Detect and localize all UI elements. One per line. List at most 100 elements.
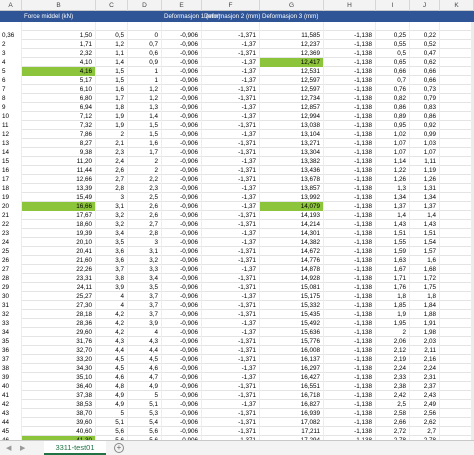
cell-h[interactable]: -1,138 <box>324 256 376 265</box>
cell-f[interactable]: -1,371 <box>202 382 260 391</box>
cell-c[interactable]: 1,5 <box>96 67 128 76</box>
cell-c[interactable]: 3,6 <box>96 247 128 256</box>
cell-e[interactable]: -0,906 <box>162 193 202 202</box>
cell-c[interactable]: 4,4 <box>96 346 128 355</box>
cell-e[interactable]: -0,906 <box>162 310 202 319</box>
cell-c[interactable]: 5 <box>96 409 128 418</box>
cell-g[interactable]: 13,038 <box>260 121 324 130</box>
cell-c[interactable]: 2,6 <box>96 166 128 175</box>
cell-i[interactable]: 0,82 <box>376 94 410 103</box>
cell-e[interactable]: -0,906 <box>162 184 202 193</box>
cell-j[interactable]: 2,16 <box>410 355 440 364</box>
cell-d[interactable]: 4,6 <box>128 364 162 373</box>
cell-a[interactable]: 6 <box>0 76 22 85</box>
cell-b[interactable]: 4,10 <box>22 58 96 67</box>
column-header-c[interactable]: C <box>96 0 128 11</box>
cell-h[interactable]: -1,138 <box>324 346 376 355</box>
cell-c[interactable]: 1,6 <box>96 85 128 94</box>
header-cell-h[interactable] <box>324 11 376 22</box>
cell-c[interactable]: 4 <box>96 301 128 310</box>
cell-b[interactable] <box>22 22 96 31</box>
cell-b[interactable]: 24,11 <box>22 283 96 292</box>
cell-i[interactable]: 1,34 <box>376 193 410 202</box>
cell-a[interactable]: 21 <box>0 211 22 220</box>
cell-k[interactable] <box>440 130 474 139</box>
cell-i[interactable]: 1,14 <box>376 157 410 166</box>
cell-f[interactable]: -1,371 <box>202 49 260 58</box>
cell-c[interactable]: 3,5 <box>96 238 128 247</box>
cell-c[interactable]: 5,6 <box>96 427 128 436</box>
cell-k[interactable] <box>440 382 474 391</box>
cell-h[interactable]: -1,138 <box>324 364 376 373</box>
cell-b[interactable]: 1,71 <box>22 40 96 49</box>
cell-i[interactable]: 2,5 <box>376 400 410 409</box>
cell-i[interactable]: 1,8 <box>376 292 410 301</box>
cell-g[interactable]: 16,427 <box>260 373 324 382</box>
cell-d[interactable]: 4,3 <box>128 337 162 346</box>
cell-c[interactable]: 1,9 <box>96 121 128 130</box>
column-header-f[interactable]: F <box>202 0 260 11</box>
cell-g[interactable]: 13,382 <box>260 157 324 166</box>
cell-f[interactable]: -1,37 <box>202 112 260 121</box>
cell-c[interactable]: 2,8 <box>96 184 128 193</box>
cell-c[interactable]: 2,1 <box>96 139 128 148</box>
cell-c[interactable]: 1,9 <box>96 112 128 121</box>
cell-a[interactable]: 24 <box>0 238 22 247</box>
cell-g[interactable]: 14,214 <box>260 220 324 229</box>
cell-f[interactable]: -1,371 <box>202 220 260 229</box>
cell-c[interactable]: 3,2 <box>96 220 128 229</box>
cell-j[interactable]: 1,07 <box>410 148 440 157</box>
cell-g[interactable]: 14,928 <box>260 274 324 283</box>
cell-k[interactable] <box>440 121 474 130</box>
cell-k[interactable] <box>440 328 474 337</box>
cell-k[interactable] <box>440 247 474 256</box>
cell-j[interactable]: 1,91 <box>410 319 440 328</box>
header-cell-d[interactable] <box>128 11 162 22</box>
cell-c[interactable]: 4,2 <box>96 319 128 328</box>
cell-b[interactable]: 7,32 <box>22 121 96 130</box>
cell-j[interactable]: 0,99 <box>410 130 440 139</box>
cell-i[interactable]: 1,59 <box>376 247 410 256</box>
cell-f[interactable]: -1,37 <box>202 58 260 67</box>
cell-k[interactable] <box>440 139 474 148</box>
cell-i[interactable]: 2,42 <box>376 391 410 400</box>
cell-b[interactable]: 35,10 <box>22 373 96 382</box>
cell-f[interactable]: -1,371 <box>202 256 260 265</box>
cell-g[interactable]: 13,992 <box>260 193 324 202</box>
cell-a[interactable]: 27 <box>0 265 22 274</box>
cell-i[interactable]: 1,51 <box>376 229 410 238</box>
cell-f[interactable]: -1,37 <box>202 265 260 274</box>
cell-f[interactable]: -1,371 <box>202 301 260 310</box>
cell-i[interactable]: 2,66 <box>376 418 410 427</box>
cell-i[interactable]: 0,95 <box>376 121 410 130</box>
cell-b[interactable]: 31,76 <box>22 337 96 346</box>
cell-d[interactable]: 5,3 <box>128 409 162 418</box>
cell-g[interactable]: 13,104 <box>260 130 324 139</box>
cell-c[interactable]: 2,3 <box>96 148 128 157</box>
cell-e[interactable]: -0,906 <box>162 157 202 166</box>
cell-b[interactable]: 4,16 <box>22 67 96 76</box>
cell-i[interactable]: 0,76 <box>376 85 410 94</box>
cell-g[interactable]: 16,137 <box>260 355 324 364</box>
cell-a[interactable]: 42 <box>0 400 22 409</box>
cell-c[interactable]: 5,1 <box>96 418 128 427</box>
cell-h[interactable]: -1,138 <box>324 58 376 67</box>
cell-a[interactable]: 25 <box>0 247 22 256</box>
cell-c[interactable]: 4,9 <box>96 391 128 400</box>
cell-k[interactable] <box>440 373 474 382</box>
cell-a[interactable]: 0,36 <box>0 31 22 40</box>
cell-d[interactable]: 1,2 <box>128 94 162 103</box>
cell-h[interactable]: -1,138 <box>324 139 376 148</box>
cell-k[interactable] <box>440 427 474 436</box>
header-cell-a[interactable] <box>0 11 22 22</box>
cell-i[interactable]: 2,19 <box>376 355 410 364</box>
column-header-g[interactable]: G <box>260 0 324 11</box>
cell-j[interactable]: 1,51 <box>410 229 440 238</box>
header-cell-i[interactable] <box>376 11 410 22</box>
cell-f[interactable]: -1,37 <box>202 238 260 247</box>
cell-g[interactable]: 15,636 <box>260 328 324 337</box>
cell-d[interactable]: 2,7 <box>128 220 162 229</box>
cell-c[interactable]: 3,7 <box>96 265 128 274</box>
cell-c[interactable]: 4,8 <box>96 382 128 391</box>
cell-e[interactable]: -0,906 <box>162 292 202 301</box>
